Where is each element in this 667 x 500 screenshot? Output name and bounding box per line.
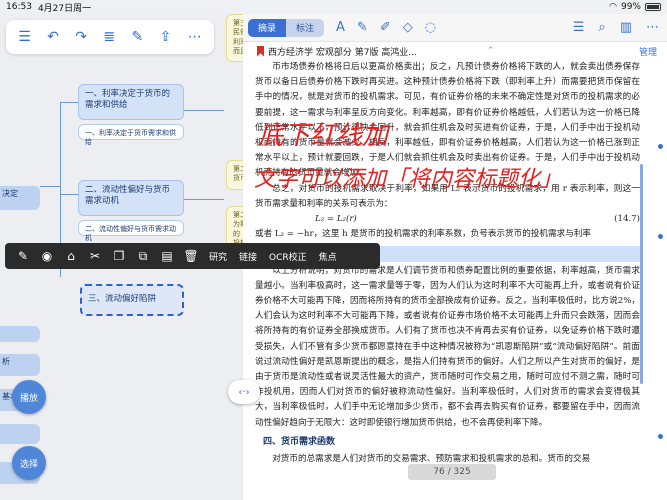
status-date: 4月27日周一 — [37, 3, 92, 14]
palette-icon[interactable]: ◉ — [35, 243, 59, 269]
note-card[interactable]: 第三 民依 利率 而且 — [226, 14, 243, 62]
undo-icon[interactable]: ↶ — [47, 29, 59, 45]
paragraph: 总之，对货币的投机需求取决于利率，如果用 L₂ 表示货币的投机需求，用 r 表示… — [255, 183, 640, 209]
page-markers — [658, 104, 663, 464]
more-icon[interactable]: ⋯ — [646, 20, 659, 35]
menu-focus[interactable]: 焦点 — [313, 243, 343, 269]
search-icon[interactable]: ⌕ — [598, 20, 605, 35]
mindmap-toolbar: ☰ ↶ ↷ ≣ ✎ ⇪ ⋯ — [6, 20, 214, 54]
connector-line — [184, 199, 224, 200]
marker-dot[interactable] — [658, 234, 663, 239]
mindmap-node[interactable]: 一、利率决定于货币的需求和供给 — [78, 84, 184, 120]
section-heading[interactable]: 四、货币需求函数 — [263, 435, 640, 450]
lasso-icon[interactable]: ◌ — [425, 20, 436, 35]
tab-annotate[interactable]: 标注 — [286, 18, 324, 37]
mindmap-node[interactable]: 二、流动性偏好与货币需求动机 — [78, 220, 184, 242]
connector-line — [60, 194, 78, 195]
reader-actions: ☰ ⌕ ▥ ⋯ — [573, 20, 659, 35]
paste-icon[interactable]: ▤ — [155, 243, 179, 269]
outline-icon[interactable]: ☰ — [573, 20, 585, 35]
pane-divider-handle[interactable]: ‹·› — [228, 380, 260, 404]
copy-icon[interactable]: ❐ — [107, 243, 131, 269]
mindmap-node-partial[interactable] — [0, 424, 40, 444]
menu-icon[interactable]: ☰ — [18, 29, 31, 45]
wifi-icon: ◠ — [609, 2, 617, 12]
mode-tabs: 摘录 标注 — [248, 18, 324, 37]
edit-icon[interactable]: ✎ — [132, 29, 144, 45]
equation-expr: L₂ = L₂(r) — [315, 214, 357, 225]
list-icon[interactable]: ≣ — [103, 29, 115, 45]
redo-icon[interactable]: ↷ — [75, 29, 87, 45]
manage-button[interactable]: 管理 — [639, 45, 657, 58]
mindmap-node-partial[interactable] — [0, 326, 40, 342]
layout-icon[interactable]: ▥ — [620, 20, 632, 35]
marker-dot[interactable] — [658, 434, 663, 439]
equation-number: (14.7) — [614, 214, 640, 225]
battery-percent: 99% — [620, 2, 641, 12]
connector-line — [184, 110, 224, 111]
paragraph: 以上分析说明，对货币的需求是人们调节货币和债券配置比例的重要依据，利率越高，货币… — [255, 265, 640, 428]
text-tool-icon[interactable]: A — [336, 20, 345, 35]
delete-icon[interactable]: 🗑 — [179, 243, 203, 269]
status-time: 16:53 — [6, 2, 32, 12]
page-indicator[interactable]: 76 / 325 — [408, 464, 496, 480]
mindmap-node[interactable]: 一、利率决定于货币需求和供给 — [78, 124, 184, 146]
mindmap-node[interactable]: 二、流动性偏好与货币需求动机 — [78, 180, 184, 216]
highlighter-icon[interactable]: ✐ — [380, 20, 391, 35]
tag-icon[interactable]: ⌂ — [59, 243, 83, 269]
share-icon[interactable]: ⇪ — [160, 29, 172, 45]
mindmap-node-partial[interactable]: 决定 — [0, 186, 40, 210]
more-icon[interactable]: ⋯ — [188, 29, 202, 45]
pen-icon[interactable]: ✎ — [357, 20, 368, 35]
scissors-icon[interactable]: ✂ — [83, 243, 107, 269]
eraser-icon[interactable]: ◇ — [403, 20, 413, 35]
menu-link[interactable]: 链接 — [233, 243, 263, 269]
battery-icon — [645, 3, 661, 11]
connector-line — [40, 186, 60, 187]
note-card[interactable]: 第二 货币 — [226, 160, 243, 190]
context-menu: ✎ ◉ ⌂ ✂ ❐ ⧉ ▤ 🗑 研究 链接 OCR校正 焦点 — [5, 243, 380, 269]
edit-icon[interactable]: ✎ — [11, 243, 35, 269]
equation: L₂ = L₂(r) (14.7) — [255, 212, 640, 227]
marker-dot[interactable] — [658, 144, 663, 149]
duplicate-icon[interactable]: ⧉ — [131, 243, 155, 269]
tab-excerpt[interactable]: 摘录 — [248, 18, 286, 37]
menu-ocr-correct[interactable]: OCR校正 — [263, 243, 313, 269]
document-header: 西方经济学 宏观部分 第7版 高鸿业... ⌃ 管理 — [243, 42, 667, 60]
mindmap-node-partial[interactable]: 析 — [0, 354, 40, 376]
reader-toolbar: 摘录 标注 A ✎ ✐ ◇ ◌ ☰ ⌕ ▥ ⋯ — [243, 14, 667, 42]
select-button[interactable]: 选择 — [12, 446, 46, 480]
collapse-icon[interactable]: ⌃ — [487, 46, 495, 56]
paragraph: 币市场债券价格将日后以更高价格卖出；反之，凡预计债券价格将下跌的人，就会卖出债券… — [255, 62, 640, 179]
paragraph: 或者 L₂ = −hr，这里 h 是货币的投机需求的利率系数，负号表示货币的投机… — [255, 229, 591, 240]
tool-icons: A ✎ ✐ ◇ ◌ — [336, 20, 436, 35]
status-bar: 16:53 4月27日周一 ◠ 99% — [0, 0, 667, 14]
connector-line — [60, 102, 78, 103]
bookmark-icon[interactable] — [257, 45, 264, 57]
menu-research[interactable]: 研究 — [203, 243, 233, 269]
scrollbar[interactable] — [640, 164, 643, 384]
play-button[interactable]: 播放 — [12, 380, 46, 414]
document-title[interactable]: 西方经济学 宏观部分 第7版 高鸿业... — [268, 45, 417, 58]
selected-mindmap-node[interactable]: 三、流动偏好陷阱 — [80, 284, 184, 316]
